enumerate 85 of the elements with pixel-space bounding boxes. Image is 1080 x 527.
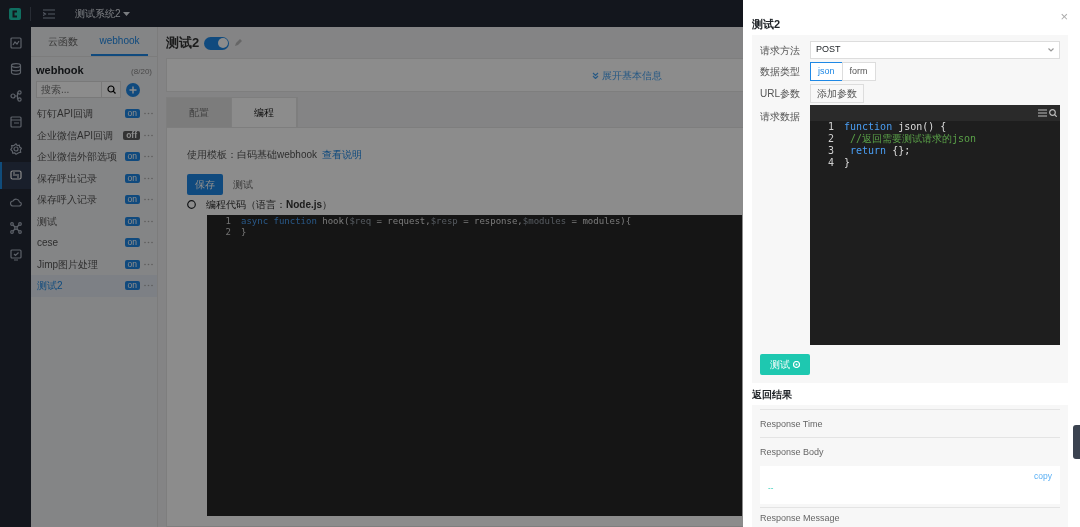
type-option[interactable]: json <box>810 61 843 81</box>
list-item[interactable]: Jimp图片处理 on <box>31 253 157 275</box>
chart-icon[interactable] <box>9 36 22 49</box>
code-line: async function hook($req = request,$resp = response,$modules = modules){ <box>241 215 632 227</box>
status-tag: on <box>124 216 140 226</box>
test-link[interactable]: 测试 <box>233 176 253 192</box>
monitor-icon[interactable] <box>9 248 22 261</box>
line-number: 1 <box>826 121 835 133</box>
code-label: 编程代码（语言：Node.js） <box>206 197 333 212</box>
code-line: } <box>844 157 851 169</box>
line-number: 4 <box>826 157 835 169</box>
api-icon[interactable] <box>9 169 22 182</box>
save-button[interactable]: 保存 <box>187 173 223 195</box>
close-button[interactable]: × <box>1060 10 1068 23</box>
line-number: 1 <box>224 215 232 227</box>
toggle-switch[interactable] <box>204 36 230 50</box>
edit-icon[interactable] <box>234 39 243 47</box>
system-dropdown[interactable]: 测试系统2 <box>75 6 131 21</box>
caret-icon <box>123 11 131 16</box>
help-link[interactable]: 查看说明 <box>322 146 363 162</box>
search-icon[interactable] <box>1049 109 1057 117</box>
list-item[interactable]: 保存呼出记录 on <box>31 167 157 189</box>
body-value: -- <box>768 482 774 495</box>
status-tag: on <box>124 152 140 162</box>
radio-icon[interactable] <box>187 199 196 209</box>
form-label: 数据类型 <box>760 64 801 79</box>
code-line: //返回需要测试请求的json <box>849 133 977 145</box>
settings-icon[interactable] <box>9 142 22 155</box>
flow-icon[interactable] <box>9 89 22 102</box>
list-item[interactable]: cese on <box>31 232 157 254</box>
list-icon[interactable] <box>1037 109 1047 117</box>
tab[interactable]: 编程 <box>232 97 297 127</box>
menu-icon[interactable] <box>43 8 55 19</box>
code-editor[interactable]: 1 async function hook($req = request,$resp = response,$modules = modules){ 2 } <box>207 214 742 516</box>
section-title: 返回结果 <box>752 387 792 402</box>
target-icon <box>792 360 800 368</box>
status-tag: on <box>124 281 140 291</box>
form-icon[interactable] <box>9 116 22 129</box>
status-tag: on <box>124 173 140 183</box>
type-option[interactable]: form <box>841 61 876 81</box>
network-icon[interactable] <box>9 222 22 235</box>
chevron-icon <box>1048 48 1054 52</box>
form-label: 请求方法 <box>760 43 801 58</box>
side-handle[interactable] <box>1073 425 1080 459</box>
add-icon[interactable] <box>126 82 140 97</box>
search-field[interactable]: 搜索... <box>36 81 102 98</box>
status-tag: off <box>123 130 140 140</box>
panel-tab[interactable]: 云函数 <box>40 27 87 56</box>
panel-title: webhook <box>36 63 84 78</box>
line-number: 2 <box>826 133 835 145</box>
status-tag: on <box>124 109 140 119</box>
list-item[interactable]: 钉钉API回调 on <box>31 103 157 125</box>
list-item[interactable]: 保存呼入记录 on <box>31 189 157 211</box>
field-label: Response Message <box>760 506 1060 527</box>
code-line: return {}; <box>849 145 911 157</box>
status-tag: on <box>124 238 140 248</box>
status-tag: on <box>124 259 140 269</box>
list-item[interactable]: 企业微信外部选项 on <box>31 146 157 168</box>
form-label: URL参数 <box>760 86 801 101</box>
search-icon <box>106 85 116 94</box>
code-line: function json() { <box>844 121 947 133</box>
line-number: 3 <box>826 145 835 157</box>
code-line: } <box>241 226 247 238</box>
line-number: 2 <box>224 226 232 238</box>
add-param-button[interactable]: 添加参数 <box>810 83 864 103</box>
status-tag: on <box>124 195 140 205</box>
database-icon[interactable] <box>9 63 22 76</box>
logo-icon <box>9 7 21 20</box>
list-item[interactable]: 测试 on <box>31 210 157 232</box>
copy-link[interactable]: copy <box>1034 469 1052 483</box>
list-item[interactable]: 企业微信API回调 off <box>31 124 157 146</box>
search-button[interactable] <box>102 81 121 98</box>
template-label: 使用模板：白码基础webhook <box>187 147 318 162</box>
list-item[interactable]: 测试2 on <box>31 275 157 297</box>
field-label: Response Body <box>760 437 1060 466</box>
test-button[interactable]: 测试 <box>760 353 810 375</box>
double-chevron-icon <box>592 71 599 79</box>
drawer-title: 测试2 <box>752 17 781 32</box>
expand-link[interactable]: 展开基本信息 <box>592 67 662 83</box>
code-editor[interactable]: 1 function json() { 2 //返回需要测试请求的json 3 return {}; 4 } <box>810 105 1060 345</box>
field-label: Response Time <box>760 408 1060 437</box>
form-label: 请求数据 <box>760 110 801 124</box>
page-title: 测试2 <box>166 34 200 53</box>
panel-tab[interactable]: webhook <box>91 27 148 56</box>
method-select[interactable]: POST <box>810 41 1060 59</box>
